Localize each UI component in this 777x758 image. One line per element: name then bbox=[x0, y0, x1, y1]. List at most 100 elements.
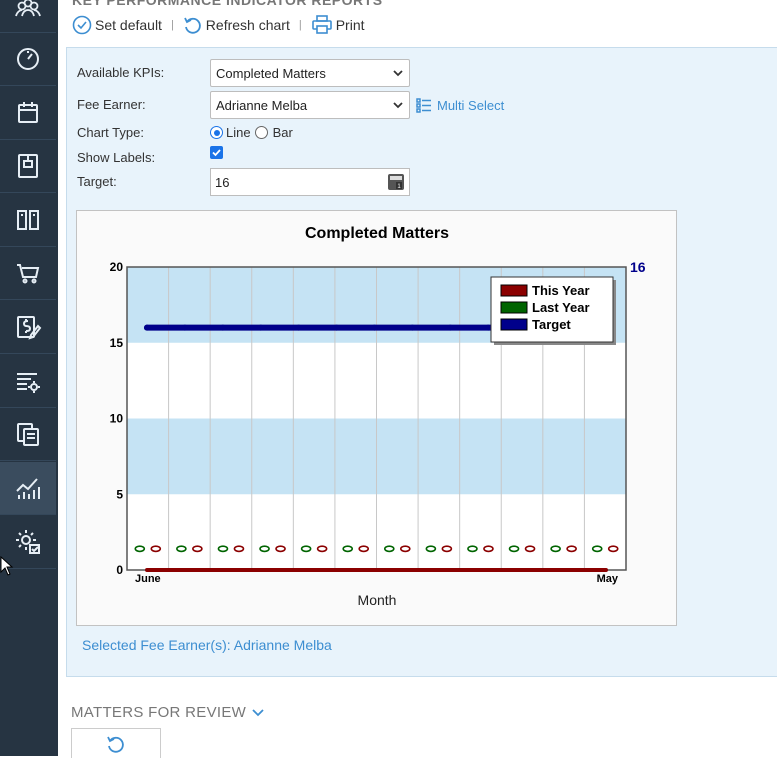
last-year-data-label bbox=[591, 545, 603, 553]
billing-dollar-icon bbox=[17, 316, 42, 340]
section-title: KEY PERFORMANCE INDICATOR REPORTS bbox=[72, 0, 383, 8]
multi-select-link[interactable]: Multi Select bbox=[416, 97, 504, 113]
chart-type-label: Chart Type: bbox=[77, 125, 144, 140]
y-tick-label: 5 bbox=[116, 487, 123, 501]
matters-for-review-header[interactable]: MATTERS FOR REVIEW bbox=[71, 704, 264, 721]
dashboard-gauge-icon bbox=[17, 48, 39, 70]
show-labels-label: Show Labels: bbox=[77, 150, 156, 165]
this-year-data-label bbox=[358, 545, 370, 553]
target-data-point bbox=[333, 324, 340, 331]
target-data-point bbox=[371, 324, 378, 331]
chart-type-radios: Line Bar bbox=[210, 125, 293, 140]
target-data-point bbox=[409, 324, 416, 331]
checkmark-icon bbox=[212, 149, 221, 157]
matters-for-review-title: MATTERS FOR REVIEW bbox=[71, 704, 247, 721]
last-year-data-label bbox=[508, 545, 520, 553]
legend-entry: Last Year bbox=[532, 300, 590, 315]
legend-swatch bbox=[500, 301, 528, 314]
chart-container: Completed Matters 0 5 10 15 20 June May Month 16 T… bbox=[76, 210, 677, 626]
chart-title: Completed Matters bbox=[305, 225, 449, 242]
mouse-cursor-icon bbox=[0, 556, 14, 576]
target-label: Target: bbox=[77, 174, 117, 189]
target-data-point bbox=[485, 324, 492, 331]
cart-icon bbox=[17, 264, 40, 284]
review-refresh-button[interactable] bbox=[71, 728, 161, 758]
sidebar bbox=[0, 0, 58, 756]
last-year-data-label bbox=[550, 545, 561, 553]
show-labels-checkbox[interactable] bbox=[210, 146, 223, 159]
documents-icon bbox=[17, 423, 39, 446]
set-default-label: Set default bbox=[95, 17, 162, 33]
x-tick-label: June bbox=[135, 573, 161, 585]
this-year-data-label bbox=[233, 545, 245, 553]
legend-swatch bbox=[500, 284, 528, 297]
kpi-line-chart: Completed Matters 0 5 10 15 20 June May Month 16 T… bbox=[110, 225, 646, 608]
target-data-point bbox=[447, 324, 454, 331]
y-tick-label: 10 bbox=[110, 412, 124, 426]
chart-type-line-radio[interactable] bbox=[210, 126, 223, 139]
sidebar-item-reports[interactable] bbox=[0, 462, 56, 515]
print-label: Print bbox=[335, 17, 365, 33]
sidebar-item-dashboard[interactable] bbox=[0, 33, 56, 86]
toolbar: Set default | Refresh chart | Print bbox=[72, 12, 365, 38]
this-year-data-label bbox=[441, 545, 453, 553]
matter-file-icon bbox=[18, 154, 38, 178]
chevron-down-icon bbox=[393, 102, 403, 109]
refresh-icon bbox=[183, 17, 201, 34]
list-icon bbox=[416, 98, 431, 113]
target-data-point bbox=[257, 324, 264, 331]
legend-swatch bbox=[500, 318, 528, 331]
chart-type-line-label: Line bbox=[226, 125, 251, 140]
x-axis-label: Month bbox=[358, 592, 397, 608]
print-button[interactable]: Print bbox=[311, 15, 365, 35]
refresh-chart-button[interactable]: Refresh chart bbox=[183, 15, 290, 35]
this-year-data-label bbox=[275, 545, 286, 553]
chevron-down-icon bbox=[252, 708, 264, 716]
available-kpis-label: Available KPIs: bbox=[77, 65, 165, 80]
users-icon bbox=[15, 0, 41, 17]
calendar-icon bbox=[18, 102, 38, 123]
printer-icon bbox=[311, 15, 332, 34]
chevron-down-icon bbox=[393, 70, 403, 77]
target-data-point bbox=[295, 324, 302, 331]
last-year-data-label bbox=[176, 545, 187, 553]
sidebar-item-calendar[interactable] bbox=[0, 87, 56, 140]
legend-entry: Target bbox=[532, 317, 571, 332]
sidebar-item-billing[interactable] bbox=[0, 301, 56, 354]
multi-select-label: Multi Select bbox=[437, 97, 505, 113]
set-default-button[interactable]: Set default bbox=[72, 15, 162, 35]
fee-earner-label: Fee Earner: bbox=[77, 97, 146, 112]
sidebar-item-documents[interactable] bbox=[0, 408, 56, 461]
sidebar-item-users[interactable] bbox=[0, 0, 56, 33]
chart-type-bar-radio[interactable] bbox=[254, 126, 268, 139]
y-tick-label: 20 bbox=[110, 260, 124, 274]
last-year-data-label bbox=[383, 545, 395, 553]
target-value: 16 bbox=[215, 175, 230, 190]
sidebar-item-matters[interactable] bbox=[0, 140, 56, 193]
sidebar-item-cart[interactable] bbox=[0, 247, 56, 300]
legend-entry: This Year bbox=[532, 283, 590, 298]
admin-settings-icon bbox=[16, 530, 40, 554]
sidebar-item-settings-list[interactable] bbox=[0, 355, 56, 408]
toolbar-separator: | bbox=[298, 19, 302, 31]
refresh-chart-label: Refresh chart bbox=[205, 17, 290, 33]
toolbar-separator: | bbox=[170, 19, 174, 31]
y-tick-label: 0 bbox=[116, 563, 123, 577]
last-year-data-label bbox=[467, 545, 478, 553]
calculator-icon[interactable]: 1 bbox=[387, 173, 405, 191]
this-year-data-label bbox=[483, 545, 494, 553]
target-input[interactable]: 16 1 bbox=[210, 168, 410, 196]
refresh-icon bbox=[107, 736, 124, 753]
this-year-data-label bbox=[524, 545, 536, 553]
fee-earner-select[interactable]: Adrianne Melba bbox=[210, 91, 410, 119]
target-value-label: 16 bbox=[630, 259, 646, 275]
last-year-data-label bbox=[259, 545, 270, 553]
available-kpis-select[interactable]: Completed Matters bbox=[210, 59, 410, 87]
target-data-point bbox=[144, 324, 150, 331]
last-year-data-label bbox=[217, 545, 229, 553]
sidebar-item-library[interactable] bbox=[0, 194, 56, 247]
selected-fee-earners: Selected Fee Earner(s): Adrianne Melba bbox=[82, 637, 332, 653]
settings-list-icon bbox=[17, 373, 40, 393]
chart-type-bar-label: Bar bbox=[272, 125, 293, 140]
library-books-icon bbox=[17, 210, 39, 230]
